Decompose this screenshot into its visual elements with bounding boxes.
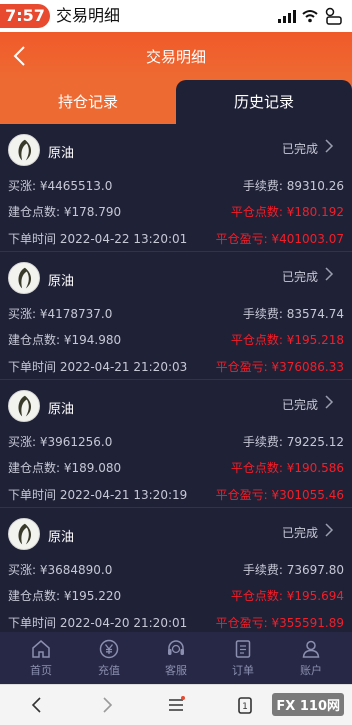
fee: 手续费: 73697.80 — [242, 563, 344, 577]
signal-icon — [278, 9, 296, 23]
order-icon — [235, 640, 251, 658]
close-point: 平仓点数: ¥195.694 — [230, 589, 344, 603]
record-row: 下单时间 2022-04-21 13:20:19 平仓盈亏: ¥301055.4… — [8, 486, 344, 506]
close-point: 平仓点数: ¥195.218 — [230, 333, 344, 347]
history-list: 原油 已完成 买涨: ¥4465513.0 手续费: 89310.26 建仓点数… — [0, 124, 352, 632]
bottom-tabbar: 首页 充值 客服 订单 账户 — [0, 632, 352, 684]
watermark: FX 110网 — [272, 693, 344, 716]
svg-text:1: 1 — [242, 702, 248, 712]
tabbar-home[interactable]: 首页 — [6, 632, 76, 684]
product-name: 原油 — [48, 530, 75, 545]
close-point: 平仓点数: ¥180.192 — [230, 205, 344, 219]
record-row: 下单时间 2022-04-22 13:20:01 平仓盈亏: ¥401003.0… — [8, 230, 344, 250]
app-header: 交易明细 — [0, 32, 352, 80]
close-pnl: 平仓盈亏: ¥401003.07 — [215, 232, 344, 246]
record-card[interactable]: 原油 已完成 买涨: ¥4465513.0 手续费: 89310.26 建仓点数… — [0, 124, 352, 252]
record-row: 建仓点数: ¥194.980 平仓点数: ¥195.218 — [8, 331, 344, 351]
chevron-right-icon — [325, 523, 334, 537]
tabbar-recharge[interactable]: 充值 — [74, 632, 144, 684]
tabbar-label: 订单 — [232, 664, 254, 677]
record-status: 已完成 — [281, 142, 318, 156]
product-avatar — [8, 390, 40, 422]
yen-icon — [99, 639, 119, 659]
product-name: 原油 — [48, 274, 75, 289]
buy-up-amount: 买涨: ¥3684890.0 — [8, 563, 113, 577]
record-row: 下单时间 2022-04-20 21:20:01 平仓盈亏: ¥355591.8… — [8, 614, 344, 632]
order-time: 下单时间 2022-04-22 13:20:01 — [8, 232, 188, 246]
open-point: 建仓点数: ¥195.220 — [8, 589, 122, 603]
fee: 手续费: 79225.12 — [242, 435, 344, 449]
status-icons — [278, 6, 344, 26]
chevron-right-icon — [325, 139, 334, 153]
record-card[interactable]: 原油 已完成 买涨: ¥4178737.0 手续费: 83574.74 建仓点数… — [0, 252, 352, 380]
record-row: 买涨: ¥4178737.0 手续费: 83574.74 — [8, 305, 344, 325]
home-icon — [32, 640, 50, 658]
user-icon — [302, 640, 320, 658]
record-card[interactable]: 原油 已完成 买涨: ¥3961256.0 手续费: 79225.12 建仓点数… — [0, 380, 352, 508]
tab-holding-records[interactable]: 持仓记录 — [0, 80, 176, 124]
product-avatar — [8, 518, 40, 550]
record-tabs: 持仓记录 历史记录 — [0, 80, 352, 124]
record-card[interactable]: 原油 已完成 买涨: ¥3684890.0 手续费: 73697.80 建仓点数… — [0, 508, 352, 632]
record-row: 买涨: ¥4465513.0 手续费: 89310.26 — [8, 177, 344, 197]
tabbar-label: 首页 — [30, 664, 52, 677]
close-pnl: 平仓盈亏: ¥355591.89 — [215, 616, 344, 630]
app-icon — [325, 7, 342, 25]
record-row: 下单时间 2022-04-21 21:20:03 平仓盈亏: ¥376086.3… — [8, 358, 344, 378]
wifi-icon — [302, 10, 318, 23]
fee: 手续费: 83574.74 — [242, 307, 344, 321]
record-status: 已完成 — [281, 270, 318, 284]
record-row: 买涨: ¥3684890.0 手续费: 73697.80 — [8, 561, 344, 581]
order-time: 下单时间 2022-04-21 21:20:03 — [8, 360, 188, 374]
close-point: 平仓点数: ¥190.586 — [230, 461, 344, 475]
tabbar-label: 账户 — [300, 664, 322, 677]
record-status: 已完成 — [281, 398, 318, 412]
tab-history-records[interactable]: 历史记录 — [176, 80, 352, 124]
status-title: 交易明细 — [56, 6, 121, 25]
browser-forward-icon[interactable] — [96, 693, 118, 717]
tabbar-orders[interactable]: 订单 — [208, 632, 278, 684]
buy-up-amount: 买涨: ¥3961256.0 — [8, 435, 113, 449]
record-status: 已完成 — [281, 526, 318, 540]
buy-up-amount: 买涨: ¥4465513.0 — [8, 179, 113, 193]
chevron-right-icon — [325, 267, 334, 281]
status-bar: 7:57 交易明细 — [0, 0, 352, 32]
close-pnl: 平仓盈亏: ¥376086.33 — [215, 360, 344, 374]
product-name: 原油 — [48, 146, 75, 161]
fee: 手续费: 89310.26 — [242, 179, 344, 193]
open-point: 建仓点数: ¥189.080 — [8, 461, 122, 475]
close-pnl: 平仓盈亏: ¥301055.46 — [215, 488, 344, 502]
page-title: 交易明细 — [145, 48, 206, 66]
browser-menu-icon[interactable] — [165, 693, 187, 717]
product-name: 原油 — [48, 402, 75, 417]
order-time: 下单时间 2022-04-21 13:20:19 — [8, 488, 188, 502]
chevron-right-icon — [325, 395, 334, 409]
open-point: 建仓点数: ¥194.980 — [8, 333, 122, 347]
service-icon — [168, 640, 184, 655]
product-avatar — [8, 134, 40, 166]
status-time: 7:57 — [0, 4, 50, 28]
browser-nav-bar: 1 FX 110网 — [0, 684, 352, 725]
order-time: 下单时间 2022-04-20 21:20:01 — [8, 616, 188, 630]
tabbar-label: 充值 — [98, 664, 120, 677]
open-point: 建仓点数: ¥178.790 — [8, 205, 122, 219]
tabbar-service[interactable]: 客服 — [141, 632, 211, 684]
record-row: 建仓点数: ¥178.790 平仓点数: ¥180.192 — [8, 203, 344, 223]
tabbar-label: 客服 — [165, 664, 187, 677]
browser-back-icon[interactable] — [26, 693, 48, 717]
buy-up-amount: 买涨: ¥4178737.0 — [8, 307, 113, 321]
record-row: 建仓点数: ¥195.220 平仓点数: ¥195.694 — [8, 587, 344, 607]
record-row: 建仓点数: ¥189.080 平仓点数: ¥190.586 — [8, 459, 344, 479]
browser-tabs-icon[interactable]: 1 — [234, 693, 256, 717]
product-avatar — [8, 262, 40, 294]
tabbar-account[interactable]: 账户 — [276, 632, 346, 684]
record-row: 买涨: ¥3961256.0 手续费: 79225.12 — [8, 433, 344, 453]
